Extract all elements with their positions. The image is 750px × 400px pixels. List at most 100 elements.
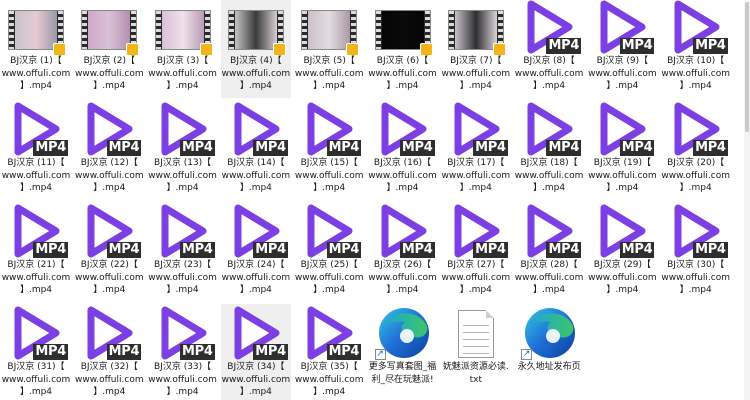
file-name-label: 永久地址发布页 [517, 362, 581, 372]
mp4-tag: MP4 [326, 344, 362, 360]
mp4-tag: MP4 [33, 140, 68, 156]
file-item[interactable]: MP4 BJ汉京 (20)【 www.offuli.com 】.mp4 [661, 100, 731, 200]
mp4-play-icon: MP4 [155, 102, 215, 156]
file-name-label: BJ汉京 (17)【 www.offuli.com 】.mp4 [441, 158, 511, 193]
mp4-tag: MP4 [399, 242, 435, 258]
file-name-label: BJ汉京 (1)【 www.offuli.com 】.mp4 [1, 56, 71, 91]
file-item[interactable]: MP4 BJ汉京 (32)【 www.offuli.com 】.mp4 [74, 304, 144, 400]
file-item[interactable]: MP4 BJ汉京 (10)【 www.offuli.com 】.mp4 [661, 0, 731, 98]
mp4-play-icon: MP4 [594, 0, 655, 54]
file-item[interactable]: MP4 BJ汉京 (12)【 www.offuli.com 】.mp4 [74, 100, 144, 200]
vertical-scrollbar[interactable] [744, 0, 750, 400]
mp4-play-icon: MP4 [8, 306, 68, 360]
file-name-label: BJ汉京 (6)【 www.offuli.com 】.mp4 [368, 56, 437, 91]
mp4-tag: MP4 [546, 140, 582, 156]
file-name-label: BJ汉京 (35)【 www.offuli.com 】.mp4 [294, 362, 364, 397]
file-name-label: BJ汉京 (31)【 www.offuli.com 】.mp4 [1, 362, 71, 397]
mp4-tag: MP4 [326, 140, 362, 156]
file-item[interactable]: MP4 BJ汉京 (13)【 www.offuli.com 】.mp4 [148, 100, 218, 200]
file-item[interactable]: MP4 BJ汉京 (14)【 www.offuli.com 】.mp4 [221, 100, 291, 200]
file-item[interactable]: MP4 BJ汉京 (26)【 www.offuli.com 】.mp4 [368, 202, 438, 302]
mp4-play-icon: MP4 [155, 204, 215, 258]
mp4-tag: MP4 [619, 140, 655, 156]
file-name-label: BJ汉京 (4)【 www.offuli.com 】.mp4 [221, 56, 291, 91]
mp4-tag: MP4 [546, 242, 582, 258]
mp4-tag: MP4 [179, 344, 215, 360]
mp4-play-icon: MP4 [521, 102, 582, 156]
file-item[interactable]: MP4 BJ汉京 (19)【 www.offuli.com 】.mp4 [587, 100, 657, 200]
video-thumbnail-icon [154, 0, 213, 56]
mp4-tag: MP4 [399, 140, 435, 156]
file-item[interactable]: BJ汉京 (7)【 www.offuli.com 】.mp4 [441, 0, 511, 98]
file-item[interactable]: MP4 BJ汉京 (30)【 www.offuli.com 】.mp4 [661, 202, 731, 302]
mp4-play-icon: MP4 [8, 102, 68, 156]
file-name-label: BJ汉京 (3)【 www.offuli.com 】.mp4 [148, 56, 217, 91]
mp4-play-icon: MP4 [301, 102, 362, 156]
scrollbar-thumb[interactable] [745, 2, 749, 132]
file-name-label: BJ汉京 (24)【 www.offuli.com 】.mp4 [221, 260, 291, 295]
file-item[interactable]: MP4 BJ汉京 (22)【 www.offuli.com 】.mp4 [74, 202, 144, 302]
file-item[interactable]: MP4 BJ汉京 (33)【 www.offuli.com 】.mp4 [148, 304, 218, 400]
file-item[interactable]: MP4 BJ汉京 (15)【 www.offuli.com 】.mp4 [294, 100, 364, 200]
video-thumbnail-icon [81, 0, 140, 56]
mp4-tag: MP4 [326, 242, 362, 258]
file-item[interactable]: BJ汉京 (2)【 www.offuli.com 】.mp4 [74, 0, 144, 98]
file-item[interactable]: MP4 BJ汉京 (28)【 www.offuli.com 】.mp4 [514, 202, 584, 302]
mp4-play-icon: MP4 [81, 306, 142, 360]
file-item[interactable]: 妩魅派资源必读. txt [441, 304, 511, 400]
file-item[interactable]: BJ汉京 (4)【 www.offuli.com 】.mp4 [220, 0, 291, 98]
file-item[interactable]: MP4 BJ汉京 (29)【 www.offuli.com 】.mp4 [587, 202, 657, 302]
file-item[interactable]: MP4 BJ汉京 (17)【 www.offuli.com 】.mp4 [441, 100, 511, 200]
file-name-label: BJ汉京 (2)【 www.offuli.com 】.mp4 [74, 56, 144, 91]
mp4-tag: MP4 [473, 242, 508, 258]
mp4-tag: MP4 [546, 38, 582, 54]
file-name-label: BJ汉京 (33)【 www.offuli.com 】.mp4 [148, 362, 217, 397]
file-item[interactable]: MP4 BJ汉京 (8)【 www.offuli.com 】.mp4 [514, 0, 584, 98]
file-item[interactable]: BJ汉京 (1)【 www.offuli.com 】.mp4 [1, 0, 71, 98]
file-name-label: BJ汉京 (25)【 www.offuli.com 】.mp4 [294, 260, 364, 295]
file-name-label: BJ汉京 (15)【 www.offuli.com 】.mp4 [294, 158, 364, 193]
mp4-play-icon: MP4 [155, 306, 215, 360]
file-item[interactable]: MP4 BJ汉京 (16)【 www.offuli.com 】.mp4 [368, 100, 438, 200]
mp4-play-icon: MP4 [521, 0, 582, 54]
file-item[interactable]: MP4 BJ汉京 (35)【 www.offuli.com 】.mp4 [294, 304, 364, 400]
file-item[interactable]: MP4 BJ汉京 (25)【 www.offuli.com 】.mp4 [294, 202, 364, 302]
mp4-play-icon: MP4 [594, 102, 655, 156]
file-name-label: BJ汉京 (30)【 www.offuli.com 】.mp4 [661, 260, 730, 295]
file-item[interactable]: MP4 BJ汉京 (24)【 www.offuli.com 】.mp4 [221, 202, 291, 302]
mp4-tag: MP4 [693, 242, 728, 258]
mp4-tag: MP4 [106, 140, 142, 156]
file-name-label: BJ汉京 (18)【 www.offuli.com 】.mp4 [514, 158, 584, 193]
mp4-play-icon: MP4 [521, 204, 582, 258]
file-item[interactable]: MP4 BJ汉京 (9)【 www.offuli.com 】.mp4 [587, 0, 657, 98]
file-name-label: BJ汉京 (32)【 www.offuli.com 】.mp4 [74, 362, 144, 397]
file-name-label: BJ汉京 (26)【 www.offuli.com 】.mp4 [368, 260, 437, 295]
mp4-play-icon: MP4 [81, 102, 142, 156]
file-item[interactable]: MP4 BJ汉京 (23)【 www.offuli.com 】.mp4 [148, 202, 218, 302]
file-grid: BJ汉京 (1)【 www.offuli.com 】.mp4 BJ汉京 (2)【 … [0, 0, 750, 400]
file-item[interactable]: MP4 BJ汉京 (11)【 www.offuli.com 】.mp4 [1, 100, 71, 200]
mp4-play-icon: MP4 [228, 306, 288, 360]
mp4-play-icon: MP4 [375, 204, 435, 258]
file-name-label: BJ汉京 (11)【 www.offuli.com 】.mp4 [1, 158, 71, 193]
file-item[interactable]: MP4 BJ汉京 (31)【 www.offuli.com 】.mp4 [1, 304, 71, 400]
file-item[interactable]: MP4 BJ汉京 (21)【 www.offuli.com 】.mp4 [1, 202, 71, 302]
mp4-play-icon: MP4 [301, 306, 362, 360]
file-item[interactable]: BJ汉京 (6)【 www.offuli.com 】.mp4 [368, 0, 438, 98]
file-item[interactable]: ↗ 永久地址发布页 [514, 304, 584, 400]
mp4-play-icon: MP4 [594, 204, 655, 258]
file-item[interactable]: ↗ 更多写真套图_福 利_尽在玩魅派! [368, 304, 438, 400]
file-item[interactable]: BJ汉京 (3)【 www.offuli.com 】.mp4 [148, 0, 218, 98]
mp4-tag: MP4 [33, 344, 68, 360]
mp4-play-icon: MP4 [448, 102, 508, 156]
file-item[interactable]: MP4 BJ汉京 (18)【 www.offuli.com 】.mp4 [514, 100, 584, 200]
file-item[interactable]: MP4 BJ汉京 (34)【 www.offuli.com 】.mp4 [220, 304, 291, 400]
file-item[interactable]: MP4 BJ汉京 (27)【 www.offuli.com 】.mp4 [441, 202, 511, 302]
file-name-label: 妩魅派资源必读. txt [442, 362, 509, 385]
file-item[interactable]: BJ汉京 (5)【 www.offuli.com 】.mp4 [294, 0, 364, 98]
mp4-play-icon: MP4 [668, 204, 728, 258]
file-name-label: BJ汉京 (28)【 www.offuli.com 】.mp4 [514, 260, 584, 295]
video-thumbnail-icon [8, 0, 66, 56]
file-name-label: BJ汉京 (19)【 www.offuli.com 】.mp4 [588, 158, 657, 193]
video-thumbnail-icon [447, 0, 506, 56]
